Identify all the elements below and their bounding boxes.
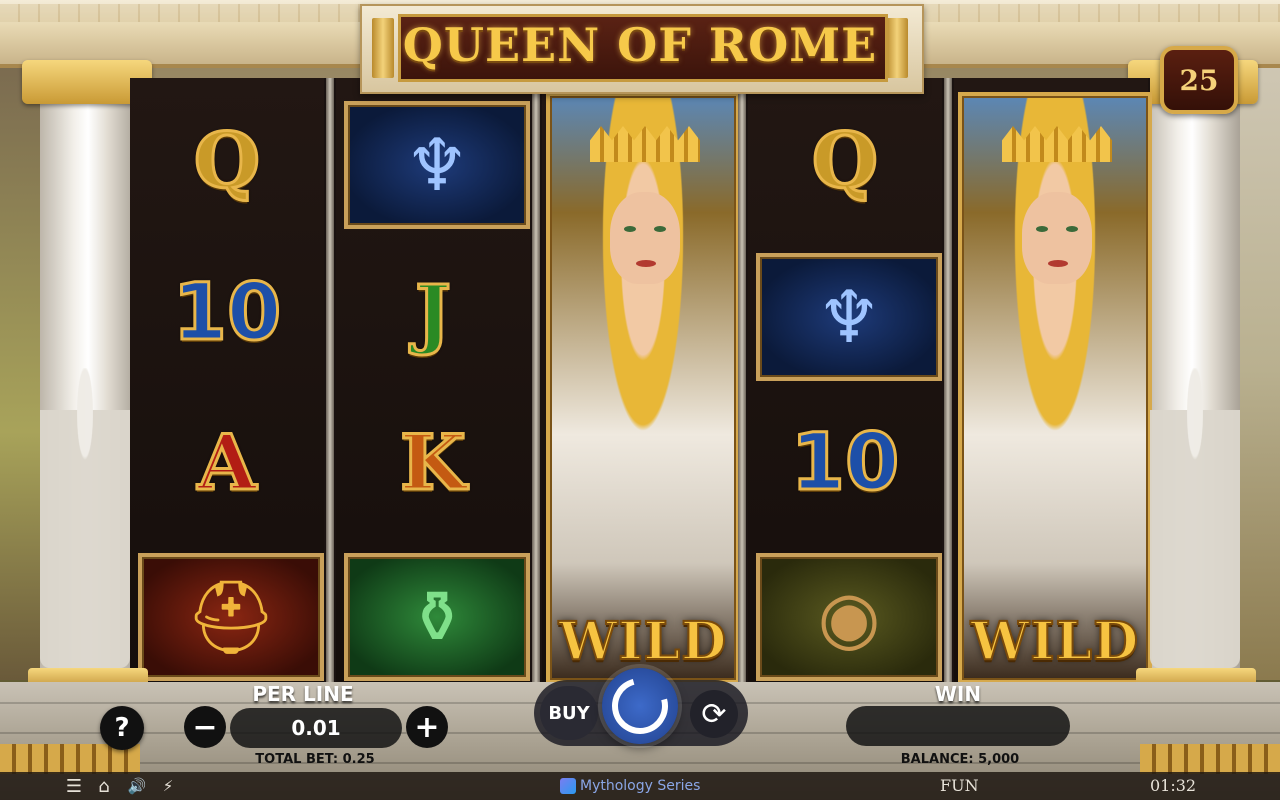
harp-icon-glyph: ♆ [816,275,882,359]
help-button[interactable]: ? [100,706,144,750]
total-bet-text: TOTAL BET: 0.25 [255,752,375,767]
harp-icon-glyph: ♆ [404,123,470,207]
crown-icon [590,126,700,162]
reels-area: Q 10 A ⛑ ♆ J K ⚱ WILD Q ♆ 10 ◉ WILD [130,78,1152,684]
reel-separator [326,78,334,682]
reel-symbol: ♆ [748,238,942,388]
increase-bet-button[interactable]: + [406,706,448,748]
vase-icon: ⚱ [344,553,530,681]
reel-symbol: J [336,238,530,388]
harp-icon: ♆ [344,101,530,229]
background-left-ruins [0,60,40,680]
left-statue [40,368,130,668]
shield-icon-glyph: ◉ [817,575,881,659]
helmet-icon-glyph: ⛑ [185,575,277,659]
series-logo-icon [560,778,576,794]
queen-eye [1036,226,1048,232]
autoplay-icon: ⟳ [701,696,727,732]
reel-1: Q 10 A ⛑ [130,78,324,682]
symbol-10: 10 [171,268,283,358]
reel-symbol: ⛑ [130,538,324,688]
symbol-q: Q [810,116,879,205]
harp-icon: ♆ [756,253,942,381]
clock: 01:32 [1150,776,1197,795]
reel-symbol: Q [130,86,324,236]
title-column-left [372,18,394,78]
spin-icon [601,667,679,745]
crown-icon [1002,126,1112,162]
wild-label: WILD [970,610,1140,673]
symbol-10: 10 [789,418,901,508]
mode-indicator: FUN [940,776,979,795]
reel-3: WILD [542,78,740,684]
bet-value-display: 0.01 [230,708,402,748]
queen-face [1022,192,1092,284]
series-label: Mythology Series [580,778,701,794]
queen-wild-icon: WILD [546,92,740,684]
home-icon[interactable]: ⌂ [92,774,116,798]
right-statue [1150,368,1240,668]
reel-symbol: K [336,388,530,538]
series-brand: Mythology Series [560,776,700,796]
symbol-q: Q [192,116,261,205]
per-line-label: PER LINE [252,682,354,706]
reel-symbol: A [130,388,324,538]
reel-symbol: ◉ [748,538,942,688]
symbol-j: J [414,268,453,357]
symbol-a: A [196,418,258,507]
right-gold-frieze [1140,744,1280,774]
vase-icon-glyph: ⚱ [406,575,468,659]
reel-symbol: 10 [130,238,324,388]
reel-symbol: Q [748,86,942,236]
balance-text: BALANCE: 5,000 [900,752,1020,767]
reel-symbol: ♆ [336,86,530,236]
decrease-bet-button[interactable]: − [184,706,226,748]
queen-eye [1066,226,1078,232]
reel-4: Q ♆ 10 ◉ [748,78,942,682]
reel-2: ♆ J K ⚱ [336,78,530,682]
paylines-badge: 25 [1160,46,1238,114]
reel-separator [738,78,746,682]
reel-5: WILD [954,78,1152,684]
wild-label: WILD [558,610,728,673]
reel-symbol: 10 [748,388,942,538]
queen-face [610,192,680,284]
queen-eye [624,226,636,232]
queen-lips [636,260,656,267]
symbol-k: K [398,418,467,507]
reel-symbol: ⚱ [336,538,530,688]
reel-separator [944,78,952,682]
title-column-right [886,18,908,78]
step-edge [0,762,1280,764]
autoplay-button[interactable]: ⟳ [690,690,738,738]
menu-icon[interactable]: ☰ [62,774,86,798]
game-title: QUEEN OF ROME [402,18,878,72]
reel-separator [532,78,540,682]
win-value-display [846,706,1070,746]
background-right-ruins [1240,60,1280,680]
spin-button[interactable] [601,667,679,745]
queen-eye [654,226,666,232]
queen-wild-icon: WILD [958,92,1152,684]
helmet-icon: ⛑ [138,553,324,681]
queen-lips [1048,260,1068,267]
win-label: WIN [934,682,982,706]
buy-feature-button[interactable]: BUY [540,686,598,740]
shield-icon: ◉ [756,553,942,681]
turbo-icon[interactable]: ⚡ [156,774,180,798]
sound-icon[interactable]: 🔊 [124,774,150,798]
